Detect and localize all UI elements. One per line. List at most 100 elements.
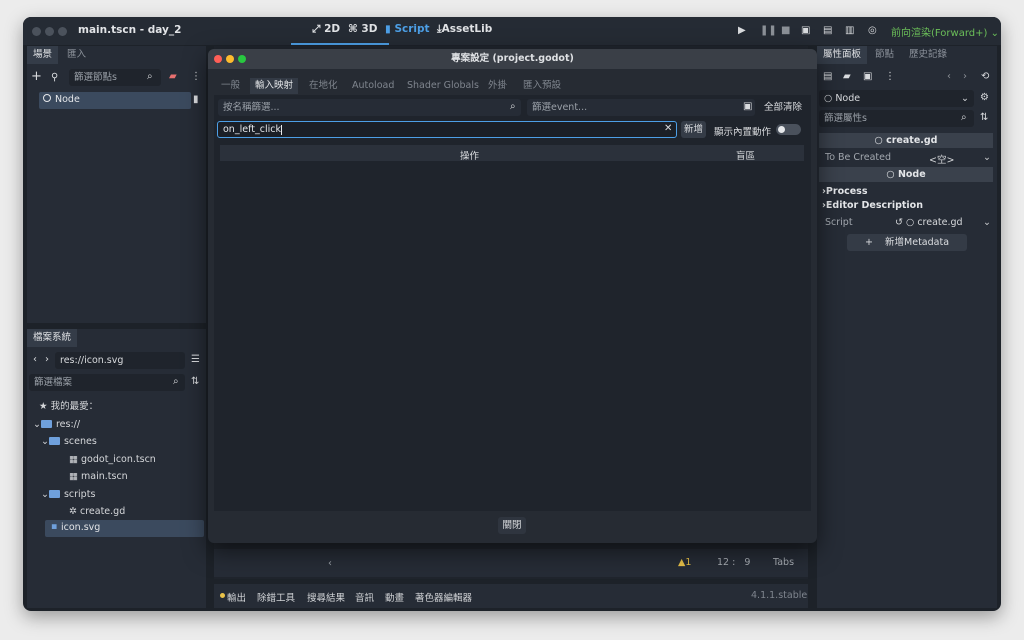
process-group[interactable]: ›Process: [822, 186, 867, 197]
tab-filesystem[interactable]: 檔案系統: [27, 329, 78, 347]
sort-icon[interactable]: ⇅: [191, 376, 199, 388]
path-field[interactable]: res://icon.svg: [55, 352, 185, 369]
pause-icon[interactable]: ❚❚: [760, 25, 777, 37]
file-filter-input[interactable]: 篩選檔案: [29, 374, 185, 391]
node-settings-icon[interactable]: ⚙: [980, 92, 989, 104]
title-bar: main.tscn - day_2 ⤢ 2D ⌘ 3D ▮ Script ⤓As…: [23, 17, 1001, 45]
show-builtin-toggle[interactable]: [776, 124, 801, 135]
editor-description-group[interactable]: ›Editor Description: [822, 200, 923, 211]
dialog-close-light[interactable]: [214, 55, 222, 63]
script-property-label: Script: [825, 217, 853, 228]
favorites-row[interactable]: ★ 我的最愛：: [39, 398, 98, 415]
keyboard-icon[interactable]: ▣: [743, 101, 752, 113]
tab-audio[interactable]: 音訊: [355, 590, 374, 604]
node-selector[interactable]: ○ Node ⌄: [819, 90, 974, 107]
tab-input-map[interactable]: 輸入映射: [250, 78, 299, 94]
tab-output[interactable]: 輸出: [227, 590, 246, 604]
clear-input-icon[interactable]: ✕: [664, 123, 672, 135]
dialog-title-bar: 專案設定 (project.godot): [208, 49, 817, 69]
remote-debug-icon[interactable]: ▣: [801, 25, 810, 37]
tree-item-main-scene[interactable]: ▦ main.tscn: [69, 468, 128, 485]
filter-event-input[interactable]: 篩選event...: [527, 99, 755, 116]
scene-root-row[interactable]: Node: [39, 92, 191, 109]
script-section-header[interactable]: ○ create.gd: [819, 133, 993, 148]
attach-script-icon[interactable]: ▰: [169, 71, 177, 83]
chevron-down-icon[interactable]: ⌄: [983, 152, 991, 163]
run-custom-scene-icon[interactable]: ▥: [845, 25, 854, 37]
zoom-light[interactable]: [58, 27, 67, 36]
link-icon[interactable]: ⚲: [51, 72, 58, 84]
dialog-minimize-light[interactable]: [226, 55, 234, 63]
tab-localization[interactable]: 在地化: [304, 78, 343, 94]
tab-import[interactable]: 匯入: [61, 46, 92, 64]
chevron-down-icon: ⌄: [41, 489, 49, 500]
tab-shader-editor[interactable]: 著色器編輯器: [415, 590, 472, 604]
tree-item-res[interactable]: ⌄ res://: [33, 416, 80, 433]
warnings-count[interactable]: ▲1: [678, 557, 691, 568]
tab-animation[interactable]: 動畫: [385, 590, 404, 604]
more-icon[interactable]: ⋮: [885, 71, 895, 83]
chevron-down-icon[interactable]: ⌄: [983, 217, 991, 228]
tree-item-icon-svg[interactable]: ▪ icon.svg: [45, 520, 204, 537]
window-title: main.tscn - day_2: [78, 24, 182, 36]
history-back-icon[interactable]: ‹: [947, 71, 951, 83]
sort-icon[interactable]: ⇅: [980, 112, 988, 124]
close-light[interactable]: [32, 27, 41, 36]
property-filter-input[interactable]: 篩選屬性s: [819, 110, 974, 127]
object-history-icon[interactable]: ⟲: [981, 71, 989, 83]
image-icon: ▪: [51, 521, 58, 532]
forward-icon[interactable]: ›: [45, 354, 49, 366]
run-scene-icon[interactable]: ▤: [823, 25, 832, 37]
tree-item-scenes[interactable]: ⌄ scenes: [41, 433, 97, 450]
tab-script[interactable]: ▮ Script: [385, 23, 430, 35]
open-folder-icon[interactable]: ▰: [843, 71, 851, 83]
back-icon[interactable]: ‹: [33, 354, 37, 366]
stop-icon[interactable]: ■: [781, 25, 790, 37]
play-icon[interactable]: ▶: [738, 25, 746, 37]
clear-all-button[interactable]: 全部清除: [759, 99, 807, 116]
filter-by-name-input[interactable]: 按名稱篩選...: [218, 99, 521, 116]
tab-general[interactable]: 一般: [216, 78, 245, 94]
dialog-zoom-light[interactable]: [238, 55, 246, 63]
add-node-icon[interactable]: +: [31, 70, 42, 83]
actions-table-body[interactable]: [220, 161, 804, 506]
tree-item-create-gd[interactable]: ✲ create.gd: [69, 503, 125, 520]
chevron-left-icon[interactable]: ‹: [328, 558, 332, 570]
save-icon[interactable]: ▣: [863, 71, 872, 83]
tab-plugins[interactable]: 外掛: [483, 78, 512, 94]
indent-mode[interactable]: Tabs: [773, 557, 794, 568]
tab-node[interactable]: 節點: [869, 46, 900, 64]
movie-maker-icon[interactable]: ◎: [868, 25, 877, 37]
tab-debugger[interactable]: 除錯工具: [257, 590, 295, 604]
tab-history[interactable]: 歷史記錄: [903, 46, 953, 64]
new-action-input[interactable]: on_left_click: [217, 121, 677, 138]
close-button[interactable]: 關閉: [498, 517, 526, 534]
tab-inspector[interactable]: 屬性面板: [817, 46, 868, 64]
node-section-header[interactable]: ○ Node: [819, 167, 993, 182]
add-action-button[interactable]: 新增: [681, 121, 706, 138]
add-metadata-button[interactable]: + 新增Metadata: [847, 234, 967, 251]
tab-2d[interactable]: ⤢ 2D: [312, 23, 340, 36]
script-property-value[interactable]: ↺ ○ create.gd: [895, 217, 963, 228]
tree-item-scripts[interactable]: ⌄ scripts: [41, 486, 95, 503]
minimize-light[interactable]: [45, 27, 54, 36]
to-be-created-value[interactable]: <空>: [929, 152, 954, 166]
version-label: 4.1.1.stable: [751, 590, 808, 601]
tab-shader-globals[interactable]: Shader Globals: [402, 78, 484, 94]
history-forward-icon[interactable]: ›: [963, 71, 967, 83]
tab-search-results[interactable]: 搜尋結果: [307, 590, 345, 604]
tab-assetlib[interactable]: ⤓AssetLib: [437, 23, 492, 36]
script-attached-icon[interactable]: ▮: [193, 94, 199, 106]
renderer-selector[interactable]: 前向渲染(Forward+) ⌄: [891, 24, 999, 39]
new-resource-icon[interactable]: ▤: [823, 71, 832, 83]
script-icon: ▮: [385, 23, 391, 35]
tree-item-godot-icon-scene[interactable]: ▦ godot_icon.tscn: [69, 451, 156, 468]
tab-import-defaults[interactable]: 匯入預設: [518, 78, 566, 94]
split-view-icon[interactable]: ☰: [191, 354, 200, 366]
tab-autoload[interactable]: Autoload: [347, 78, 399, 94]
gear-icon: ✲: [69, 506, 77, 517]
menu-icon[interactable]: ⋮: [191, 71, 201, 83]
tab-3d[interactable]: ⌘ 3D: [348, 23, 377, 35]
tab-scene[interactable]: 場景: [27, 46, 59, 64]
dialog-title: 專案設定 (project.godot): [451, 53, 574, 64]
